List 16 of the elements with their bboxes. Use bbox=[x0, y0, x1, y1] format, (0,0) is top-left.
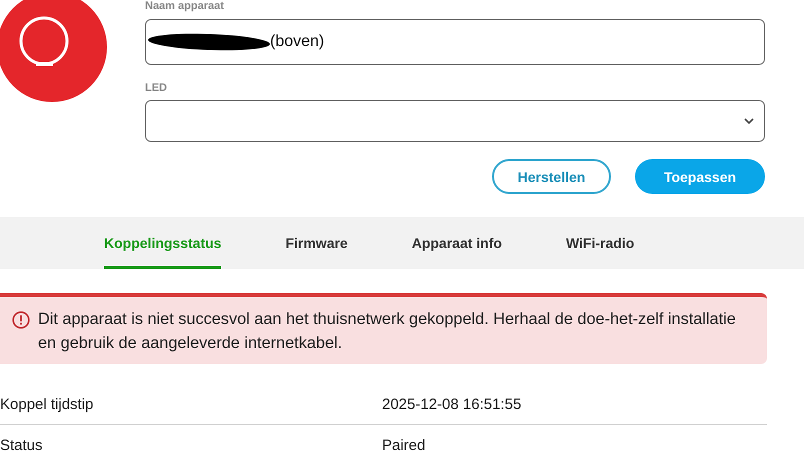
input-field[interactable]: (boven) bbox=[145, 19, 765, 65]
dropdown-field[interactable] bbox=[145, 100, 765, 142]
warning-icon bbox=[12, 311, 30, 329]
detail-value: 2025-12-08 16:51:55 bbox=[382, 396, 522, 412]
device-logo-icon bbox=[0, 0, 107, 102]
tab[interactable]: Apparaat info bbox=[412, 217, 502, 269]
tab[interactable]: WiFi-radio bbox=[566, 217, 634, 269]
alert-message: Dit apparaat is niet succesvol aan het thuisnetwerk gekoppeld. Herhaal de doe-het-zelf installatie en gebruik de aangeleverde internetkabel. bbox=[38, 309, 737, 354]
chevron-down-icon bbox=[744, 118, 754, 124]
detail-label: Koppel tijdstip bbox=[0, 396, 94, 412]
detail-label: Status bbox=[0, 436, 44, 454]
field-label: Naam apparaat bbox=[145, 0, 225, 12]
tab[interactable]: Firmware bbox=[285, 217, 348, 269]
detail-value: Paired bbox=[382, 436, 426, 454]
reset-button[interactable]: Herstellen bbox=[492, 159, 611, 194]
field-label: LED bbox=[145, 82, 168, 94]
